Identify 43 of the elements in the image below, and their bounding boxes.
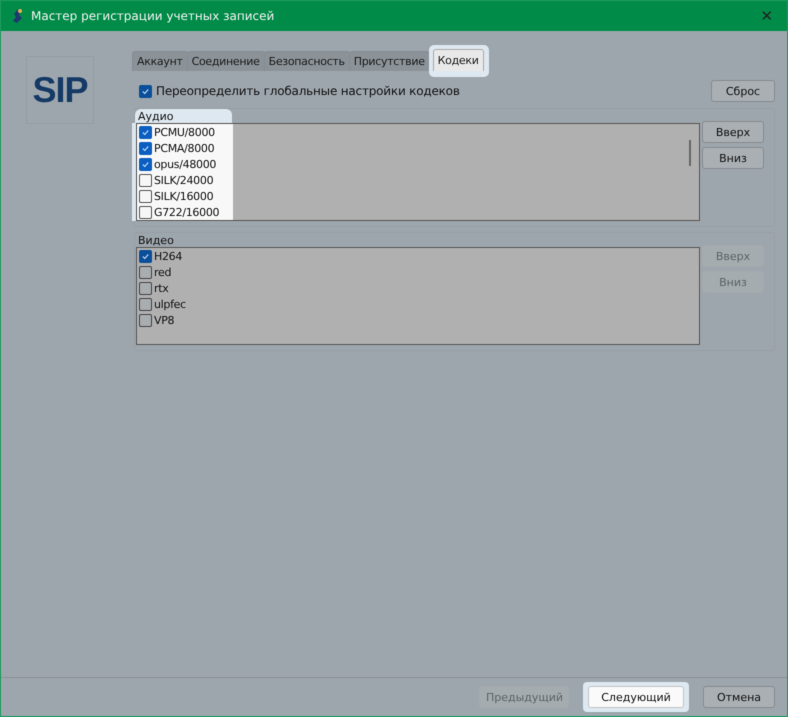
move-down-button[interactable]: Вниз [702,147,764,169]
tab[interactable]: Безопасность [264,51,350,71]
footer-button[interactable]: Отмена [703,686,775,708]
codec-name[interactable]: PCMA/8000 [154,142,214,154]
tab[interactable]: Аккаунт [132,51,188,71]
figure-icon [11,8,25,24]
scrollbar[interactable] [689,140,691,166]
tab[interactable]: Соединение [186,51,265,71]
group-title: Аудио [138,110,174,123]
codec-name[interactable]: PCMU/8000 [154,126,215,138]
window-title: Мастер регистрации учетных записей [31,9,274,23]
codec-name[interactable]: rtx [154,282,168,294]
codec-name[interactable]: SILK/16000 [154,190,214,202]
checkbox[interactable] [139,126,152,138]
checkbox[interactable] [139,250,152,262]
codec-name[interactable]: VP8 [154,314,174,326]
close-button[interactable]: ✕ [747,1,787,31]
group-title: Видео [138,234,174,247]
checkbox[interactable] [139,142,152,154]
reset-button[interactable]: Сброс [711,80,775,102]
checkbox[interactable] [139,158,152,170]
move-up-button[interactable]: Вверх [702,121,764,143]
tab[interactable]: Присутствие [348,51,430,71]
check-icon [141,86,150,96]
tab[interactable]: Кодеки [432,49,484,71]
sip-logo: SIP [26,56,94,124]
codec-name[interactable]: H264 [154,250,182,262]
checkbox[interactable] [139,266,152,278]
codec-name[interactable]: G722/16000 [154,206,220,218]
checkbox[interactable] [139,298,152,310]
checkbox[interactable] [139,174,152,186]
checkbox[interactable] [139,206,152,218]
checkbox[interactable] [139,282,152,294]
checkbox[interactable] [139,190,152,202]
codec-name[interactable]: ulpfec [154,298,186,310]
codec-name[interactable]: SILK/24000 [154,174,214,186]
codec-name[interactable]: red [154,266,172,278]
footer-button[interactable]: Следующий [588,686,684,708]
checkbox-label: Переопределить глобальные настройки кодеков [156,84,460,98]
checkbox[interactable] [139,314,152,326]
check-icon [141,252,150,260]
codec-name[interactable]: opus/48000 [154,158,216,170]
checkbox[interactable] [139,84,152,98]
